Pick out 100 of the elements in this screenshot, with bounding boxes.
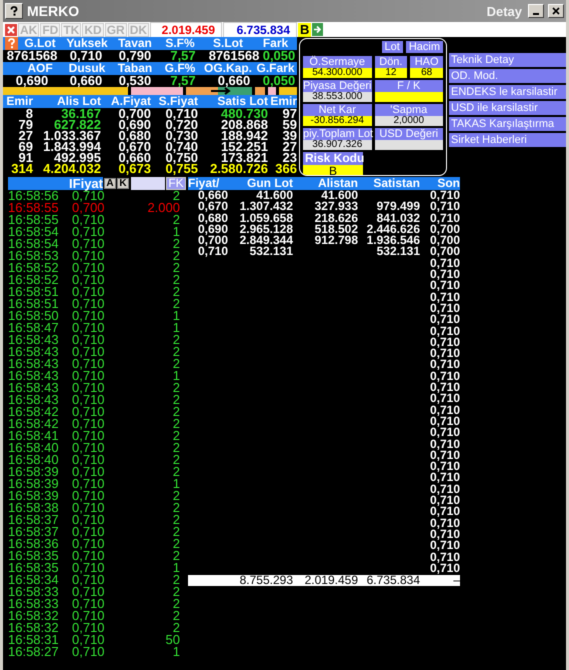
trade-lot: 2.000	[146, 202, 180, 214]
trade-lot: 2	[172, 454, 180, 466]
trade-time: 16:58:51	[8, 298, 60, 310]
trade-lot: 2	[172, 334, 180, 346]
table-cell-text: 0,710	[428, 495, 460, 506]
table-cell-text: 532.131	[250, 246, 293, 258]
trade-time: 16:58:52	[8, 274, 60, 286]
trade-time: 16:58:39	[8, 466, 60, 478]
trade-price: 0,710	[72, 322, 106, 334]
total-cell-text: –	[453, 575, 460, 586]
table-cell-text: 0,710	[428, 461, 460, 472]
table-cell-text: 841.032	[376, 212, 420, 224]
trade-price: 0,710	[72, 358, 106, 370]
filter-field[interactable]	[131, 177, 165, 190]
filter-button[interactable]: FK	[166, 177, 186, 190]
stat-label: G.Lot	[23, 37, 57, 50]
trade-time: 16:58:43	[8, 382, 60, 394]
stat-value: 0,050	[262, 50, 296, 62]
trade-price: 0,710	[72, 190, 106, 202]
column-header: Son	[436, 177, 460, 190]
table-cell-text: 0,710	[428, 201, 460, 213]
trade-lot: 2	[172, 538, 180, 550]
table-cell-text: 0,710	[428, 562, 460, 574]
menu-item[interactable]: TAKAS Karşılaştırma	[449, 117, 566, 131]
stat-value: 7,57	[169, 75, 197, 87]
trade-price: 0,710	[72, 298, 106, 310]
trade-price: 0,710	[72, 382, 106, 394]
bid-price: 0,660	[117, 152, 151, 163]
trade-lot: 2	[172, 358, 180, 370]
column-header: Emir	[269, 95, 297, 108]
window-subtitle: Detay	[486, 4, 522, 18]
toggle-button[interactable]: Lot	[382, 41, 403, 53]
trade-price: 0,710	[72, 214, 106, 226]
menu-item[interactable]: USD ile karsilastir	[449, 101, 566, 115]
table-cell-text: 0,710	[428, 552, 460, 563]
close-icon[interactable]	[5, 24, 17, 36]
table-cell-text: 0,710	[428, 302, 460, 314]
trade-lot: 1	[172, 226, 180, 238]
ask-lot: 2.580.726	[209, 163, 268, 174]
menu-item[interactable]: ENDEKS le karsilastir	[449, 85, 566, 99]
order-count: 27	[18, 130, 33, 141]
help-icon[interactable]	[5, 3, 23, 19]
trade-time: 16:58:39	[8, 478, 60, 490]
table-cell-text: 0,700	[428, 224, 460, 236]
trade-price: 0,710	[72, 406, 106, 418]
table-cell-text: 1.307.432	[238, 201, 293, 213]
table-cell-text: 0,710	[428, 258, 460, 270]
trade-time: 16:58:41	[8, 430, 60, 442]
table-cell-text: 532.131	[376, 246, 420, 258]
arrow-icon[interactable]	[312, 23, 324, 36]
table-cell-text: 327.933	[314, 201, 358, 213]
trade-lot: 50	[164, 634, 180, 646]
order-count: 8	[26, 108, 33, 119]
minimize-button[interactable]	[528, 4, 544, 18]
close-button[interactable]	[548, 4, 564, 18]
trade-price: 0,710	[72, 334, 106, 346]
table-cell-text: 0,700	[428, 246, 460, 258]
stat-value: 0,530	[118, 75, 152, 87]
menu-item[interactable]: OD. Mod.	[449, 69, 566, 83]
menu-item[interactable]: Sirket Haberleri	[449, 133, 566, 147]
trade-time: 16:58:43	[8, 394, 60, 406]
trade-lot: 1	[172, 370, 180, 382]
filter-button[interactable]: A	[104, 178, 116, 189]
ask-lot: 152.251	[220, 141, 268, 152]
table-cell-text: 0,710	[428, 348, 460, 360]
table-cell-text: 0,710	[428, 336, 460, 348]
trade-time: 16:58:47	[8, 322, 60, 334]
trade-lot: 2	[172, 298, 180, 310]
trade-price: 0,710	[72, 646, 106, 658]
order-count: 79	[18, 119, 33, 130]
info-label: Net Kar	[303, 104, 372, 116]
info-label: 'Sapma	[374, 104, 443, 116]
menu-item[interactable]: Teknik Detay	[449, 53, 566, 67]
trade-price: 0,710	[72, 262, 106, 274]
table-cell-text: 0,710	[428, 314, 460, 326]
info-value: 12	[374, 68, 408, 78]
trade-price: 0,710	[72, 610, 106, 622]
table-cell-text: 1.059.658	[238, 212, 293, 224]
filter-button[interactable]: K	[117, 178, 129, 189]
stat-label: S.F%	[164, 37, 196, 50]
column-header: Satis Lot	[216, 95, 268, 108]
trade-lot: 2	[172, 550, 180, 562]
table-cell-text: 0,710	[428, 528, 460, 540]
sell-total-field: 2.019.459	[150, 22, 222, 38]
bid-lot: 627.822	[54, 119, 101, 130]
trade-lot: 2	[172, 286, 180, 298]
stat-label: Fark	[262, 37, 290, 50]
toggle-button[interactable]: Hacim	[406, 41, 443, 53]
trade-time: 16:58:37	[8, 514, 60, 526]
info-label: HAO	[410, 56, 443, 68]
table-cell-text: 0,710	[428, 484, 460, 496]
trade-time: 16:58:40	[8, 454, 60, 466]
column-header: Alis Lot	[56, 95, 101, 108]
table-cell-text: 0,680	[196, 212, 228, 224]
stat-value: 0,050	[262, 75, 296, 87]
table-cell-text: 0,690	[196, 224, 228, 236]
trade-time: 16:58:54	[8, 238, 60, 250]
column-header: IFiyat	[8, 177, 103, 190]
stat-value: 0,710	[68, 50, 104, 62]
trade-lot: 1	[172, 478, 180, 490]
